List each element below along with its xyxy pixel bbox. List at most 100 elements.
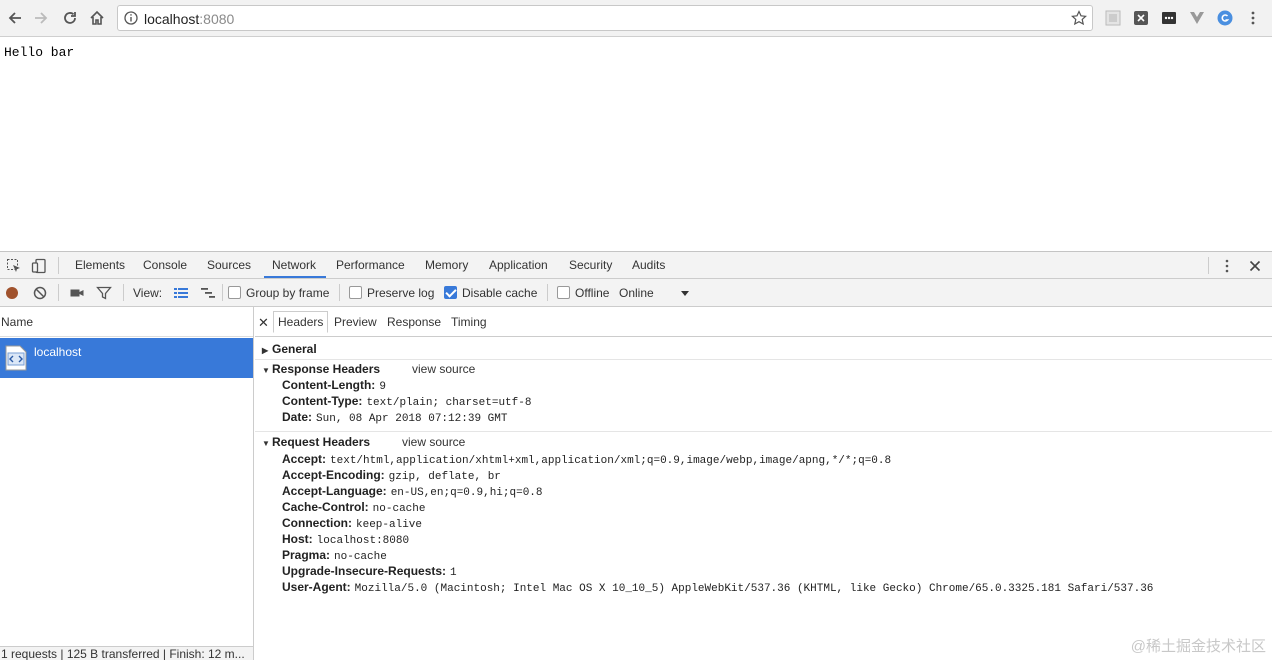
throttling-select[interactable]: Online: [619, 286, 654, 300]
tab-security[interactable]: Security: [569, 258, 612, 272]
header-row: Content-Type: text/plain; charset=utf-8: [282, 394, 531, 409]
extension-vue-icon[interactable]: [1189, 10, 1205, 26]
triangle-down-icon: ▼: [262, 439, 270, 448]
header-key: Cache-Control:: [282, 500, 369, 514]
section-divider: [255, 359, 1272, 360]
toolbar-divider: [547, 284, 548, 301]
request-name: localhost: [34, 345, 82, 359]
request-list: Name localhost 1 requests | 125 B transf…: [0, 307, 254, 660]
tab-sources[interactable]: Sources: [207, 258, 251, 272]
offline-label: Offline: [575, 286, 610, 300]
toolbar-divider: [339, 284, 340, 301]
header-row: Connection: keep-alive: [282, 516, 422, 531]
page-viewport: Hello bar: [0, 38, 1272, 251]
clear-icon[interactable]: [32, 285, 48, 301]
disable-cache-label: Disable cache: [462, 286, 538, 300]
toolbar-divider: [222, 284, 223, 301]
tab-audits[interactable]: Audits: [632, 258, 665, 272]
response-view-source-link[interactable]: view source: [412, 362, 475, 376]
tab-elements[interactable]: Elements: [75, 258, 125, 272]
header-value: no-cache: [372, 503, 426, 515]
header-key: Host:: [282, 532, 313, 546]
network-summary-text: 1 requests | 125 B transferred | Finish:…: [1, 647, 245, 660]
header-value: en-US,en;q=0.9,hi;q=0.8: [390, 487, 543, 499]
chevron-down-icon[interactable]: [677, 285, 693, 301]
close-devtools-icon[interactable]: [1247, 258, 1263, 274]
device-toggle-icon[interactable]: [31, 258, 47, 274]
devtools-panel: Elements Console Sources Network Perform…: [0, 251, 1272, 660]
header-key: Content-Length:: [282, 378, 376, 392]
section-divider: [255, 431, 1272, 432]
html-document-icon: [5, 345, 27, 371]
inspect-element-icon[interactable]: [6, 258, 22, 274]
back-button[interactable]: [5, 8, 25, 28]
toolbar-divider: [58, 257, 59, 274]
tab-preview[interactable]: Preview: [334, 315, 377, 329]
extension-x-icon[interactable]: [1133, 10, 1149, 26]
tab-headers[interactable]: Headers: [273, 311, 329, 333]
request-headers-toggle[interactable]: ▼ Request Headers: [262, 435, 370, 449]
group-by-frame-checkbox[interactable]: [228, 286, 241, 299]
extension-grammarly-icon[interactable]: [1217, 10, 1233, 26]
info-icon: [124, 11, 138, 25]
header-value: gzip, deflate, br: [388, 471, 501, 483]
tab-performance[interactable]: Performance: [336, 258, 405, 272]
waterfall-icon[interactable]: [200, 285, 216, 301]
header-row: Pragma: no-cache: [282, 548, 387, 563]
tab-console[interactable]: Console: [143, 258, 187, 272]
detail-tabbar: ✕ Headers Preview Response Timing: [255, 307, 1272, 337]
filter-icon[interactable]: [96, 285, 112, 301]
tab-application[interactable]: Application: [489, 258, 548, 272]
header-row: Accept: text/html,application/xhtml+xml,a…: [282, 452, 891, 467]
offline-checkbox[interactable]: [557, 286, 570, 299]
header-key: Date:: [282, 410, 313, 424]
reload-button[interactable]: [60, 8, 80, 28]
header-key: Upgrade-Insecure-Requests:: [282, 564, 447, 578]
triangle-down-icon: ▼: [262, 366, 270, 375]
home-button[interactable]: [87, 8, 107, 28]
header-row: Content-Length: 9: [282, 378, 386, 393]
tab-memory[interactable]: Memory: [425, 258, 468, 272]
bookmark-star-icon[interactable]: [1071, 10, 1087, 26]
url-text: localhost:8080: [144, 11, 235, 27]
preserve-log-checkbox[interactable]: [349, 286, 362, 299]
response-headers-toggle[interactable]: ▼ Response Headers: [262, 362, 380, 376]
devtools-menu-icon[interactable]: [1219, 258, 1235, 274]
preserve-log-label: Preserve log: [367, 286, 435, 300]
request-row[interactable]: localhost: [0, 338, 253, 378]
address-bar[interactable]: localhost:8080: [117, 5, 1093, 31]
header-key: Connection:: [282, 516, 352, 530]
name-column-header[interactable]: Name: [0, 307, 253, 337]
tab-network[interactable]: Network: [272, 258, 316, 272]
header-key: Accept-Encoding:: [282, 468, 385, 482]
browser-toolbar: localhost:8080: [0, 0, 1272, 37]
record-icon[interactable]: [4, 285, 20, 301]
network-toolbar: View: Group by frame Preserve log Disabl…: [0, 279, 1272, 307]
header-value: localhost:8080: [316, 535, 410, 547]
home-icon: [90, 10, 104, 25]
header-value: text/html,application/xhtml+xml,applicat…: [330, 455, 892, 467]
forward-button[interactable]: [31, 8, 51, 28]
toolbar-divider: [123, 284, 124, 301]
close-details-icon[interactable]: ✕: [258, 315, 269, 331]
tab-response[interactable]: Response: [387, 315, 441, 329]
browser-menu-icon[interactable]: [1245, 10, 1261, 26]
extension-dots-icon[interactable]: [1161, 10, 1177, 26]
header-row: Upgrade-Insecure-Requests: 1: [282, 564, 457, 579]
header-key: Content-Type:: [282, 394, 363, 408]
tab-timing[interactable]: Timing: [451, 315, 487, 329]
header-row: Cache-Control: no-cache: [282, 500, 425, 515]
network-summary-bar: 1 requests | 125 B transferred | Finish:…: [0, 646, 253, 660]
request-details: ✕ Headers Preview Response Timing ▶ Gener…: [255, 307, 1272, 660]
general-section-toggle[interactable]: ▶ General: [262, 342, 317, 356]
forward-arrow-icon: [35, 12, 48, 24]
extension-grid-icon[interactable]: [1105, 10, 1121, 26]
capture-screenshots-icon[interactable]: [69, 285, 85, 301]
header-key: User-Agent:: [282, 580, 351, 594]
header-value: keep-alive: [356, 519, 423, 531]
request-view-source-link[interactable]: view source: [402, 435, 465, 449]
disable-cache-checkbox[interactable]: [444, 286, 457, 299]
large-rows-icon[interactable]: [173, 285, 189, 301]
header-value: Mozilla/5.0 (Macintosh; Intel Mac OS X 1…: [354, 583, 1154, 595]
page-body-text: Hello bar: [4, 45, 75, 60]
